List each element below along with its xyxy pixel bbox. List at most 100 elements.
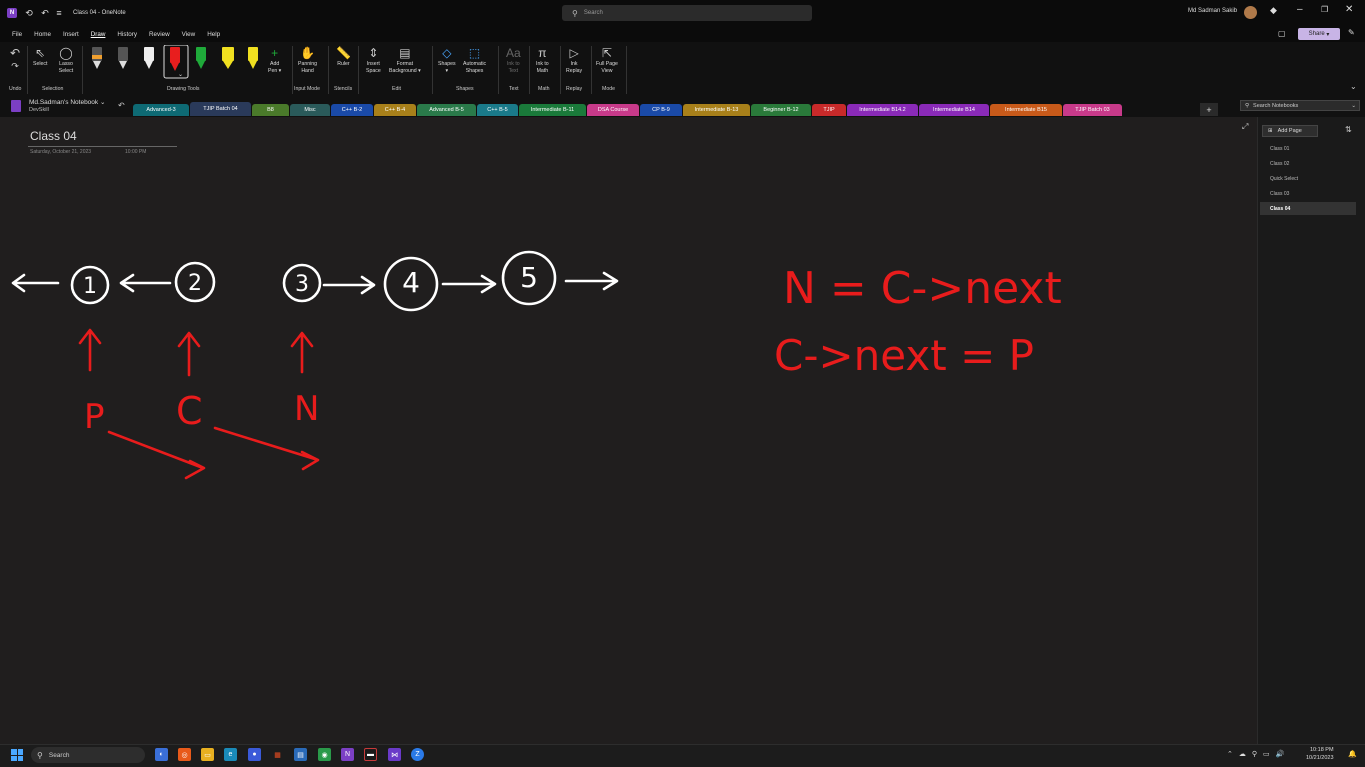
section-tab[interactable]: C++ B-2: [331, 104, 373, 116]
section-tab[interactable]: CP B-9: [640, 104, 682, 116]
pen-grey[interactable]: [118, 47, 128, 61]
system-tray-icons[interactable]: ⌃☁⚲▭🔊: [1227, 750, 1290, 758]
quick-access-dropdown-icon[interactable]: ≡: [53, 8, 65, 18]
feedback-icon[interactable]: ✎: [1348, 28, 1355, 37]
clock[interactable]: 10:18 PM 10/21/2023: [1306, 747, 1334, 762]
shapes-button[interactable]: ◇ Shapes ▾: [438, 45, 456, 75]
highlighter-yellow-2[interactable]: [248, 47, 258, 61]
highlighter-yellow[interactable]: [222, 47, 234, 61]
ink-to-math-button[interactable]: π Ink to Math: [536, 45, 549, 75]
back-icon[interactable]: ↶: [118, 101, 125, 110]
insert-space-button[interactable]: ⇕ Insert Space: [366, 45, 381, 75]
share-button[interactable]: Share ▾: [1298, 28, 1340, 40]
edge-browser-icon[interactable]: e: [224, 748, 237, 761]
section-tab[interactable]: B8: [252, 104, 289, 116]
visual-studio-icon[interactable]: ⋈: [388, 748, 401, 761]
pen-white[interactable]: [144, 47, 154, 61]
section-tab[interactable]: Misc: [290, 104, 330, 116]
add-page-button[interactable]: ⊞ Add Page: [1262, 125, 1318, 137]
section-tab[interactable]: TJIP Batch 04: [190, 102, 251, 116]
microsoft-store-icon[interactable]: ▦: [271, 748, 284, 761]
panning-hand-button[interactable]: ✋ Panning Hand: [298, 45, 317, 75]
section-tab[interactable]: Intermediate B15: [990, 104, 1062, 116]
taskbar-app-icon[interactable]: ◐: [155, 748, 168, 761]
windows-start-icon[interactable]: [11, 749, 23, 761]
menu-review[interactable]: Review: [149, 31, 170, 38]
sticky-notes-icon[interactable]: ▢: [1278, 29, 1286, 38]
section-tab[interactable]: Advanced-3: [133, 104, 189, 116]
pen-green-tip: [197, 61, 205, 69]
taskbar-search-input[interactable]: ⚲ Search: [31, 747, 145, 763]
section-tab[interactable]: DSA Course: [587, 104, 639, 116]
menu-view[interactable]: View: [182, 31, 196, 38]
undo-icon[interactable]: ↶: [39, 8, 51, 19]
page-list-item[interactable]: Quick Select: [1260, 172, 1356, 185]
taskbar-app-icon[interactable]: ▬: [364, 748, 377, 761]
lasso-select-button[interactable]: ◯ Lasso Select: [57, 45, 75, 75]
undo-icon: ↶: [10, 46, 21, 60]
file-explorer-icon[interactable]: ▭: [201, 748, 214, 761]
page-list-item[interactable]: Class 01: [1260, 142, 1356, 155]
ruler-button[interactable]: 📏 Ruler: [336, 45, 351, 68]
premium-diamond-icon[interactable]: ◆: [1270, 5, 1277, 16]
search-input[interactable]: ⚲ Search: [562, 5, 812, 21]
chrome-icon[interactable]: ◉: [318, 748, 331, 761]
ribbon-separator: [529, 46, 530, 94]
back-icon[interactable]: ⟲: [23, 8, 35, 19]
search-notebooks-input[interactable]: ⚲ Search Notebooks ⌄: [1240, 100, 1360, 111]
sort-icon[interactable]: ⇅: [1345, 125, 1352, 134]
ink-to-text-button[interactable]: Aa Ink to Text: [506, 45, 521, 75]
section-tab[interactable]: TJIP: [812, 104, 846, 116]
full-page-view-button[interactable]: ⇱ Full Page View: [596, 45, 618, 75]
add-pen-button[interactable]: + Add Pen ▾: [268, 45, 281, 75]
lasso-label: Lasso Select: [58, 61, 74, 75]
taskbar-app-icon[interactable]: ●: [248, 748, 261, 761]
menu-home[interactable]: Home: [34, 31, 51, 38]
add-section-button[interactable]: +: [1200, 103, 1218, 116]
ink-replay-button[interactable]: ▷ Ink Replay: [566, 45, 582, 75]
section-tab[interactable]: Advanced B-5: [417, 104, 476, 116]
menu-insert[interactable]: Insert: [63, 31, 79, 38]
chevron-down-icon[interactable]: ⌄: [178, 71, 183, 78]
menu-file[interactable]: File: [12, 31, 22, 38]
section-tab[interactable]: Intermediate B14: [919, 104, 989, 116]
menu-help[interactable]: Help: [207, 31, 220, 38]
minimize-button[interactable]: –: [1297, 4, 1303, 15]
expand-icon[interactable]: ⤢: [1242, 122, 1248, 132]
maximize-button[interactable]: ❐: [1321, 5, 1328, 14]
close-button[interactable]: ✕: [1345, 4, 1353, 15]
section-tab[interactable]: Intermediate B-11: [519, 104, 586, 116]
onenote-taskbar-icon[interactable]: N: [341, 748, 354, 761]
taskbar-app-icon[interactable]: ◎: [178, 748, 191, 761]
notification-bell-icon[interactable]: 🔔: [1348, 750, 1357, 758]
page-list-item[interactable]: Class 03: [1260, 187, 1356, 200]
format-background-button[interactable]: ▤ Format Background ▾: [389, 45, 421, 75]
select-button[interactable]: ⇖ Select: [33, 45, 47, 68]
section-tab[interactable]: TJIP Batch 03: [1063, 104, 1122, 116]
page-title[interactable]: Class 04: [30, 129, 77, 143]
menu-draw[interactable]: Draw: [91, 31, 106, 38]
notebook-icon[interactable]: [11, 100, 21, 112]
page-list-item[interactable]: Class 04: [1260, 202, 1356, 215]
notebook-name[interactable]: Md.Sadman's Notebook ⌄: [29, 98, 105, 106]
page-canvas[interactable]: [0, 117, 1257, 744]
section-tab[interactable]: Intermediate B14.2: [847, 104, 918, 116]
section-tab[interactable]: C++ B-4: [374, 104, 416, 116]
avatar[interactable]: [1244, 6, 1257, 19]
pen-red[interactable]: [170, 47, 180, 63]
automatic-shapes-button[interactable]: ⬚ Automatic Shapes: [463, 45, 486, 75]
pen-green[interactable]: [196, 47, 206, 61]
page-list-item[interactable]: Class 02: [1260, 157, 1356, 170]
search-icon: ⚲: [572, 8, 578, 18]
zoom-icon[interactable]: Z: [411, 748, 424, 761]
menu-history[interactable]: History: [117, 31, 137, 38]
section-tab[interactable]: Intermediate B-13: [683, 104, 750, 116]
section-tab[interactable]: C++ B-5: [477, 104, 518, 116]
user-name[interactable]: Md Sadman Sakib: [1188, 8, 1237, 14]
taskbar-app-icon[interactable]: ▤: [294, 748, 307, 761]
ribbon-collapse-icon[interactable]: ⌄: [1350, 82, 1357, 91]
undo-button[interactable]: ↶ ↷: [10, 45, 20, 71]
chevron-down-icon[interactable]: ⌄: [1351, 103, 1356, 109]
group-replay: Replay: [566, 86, 583, 92]
section-tab[interactable]: Beginner B-12: [751, 104, 811, 116]
